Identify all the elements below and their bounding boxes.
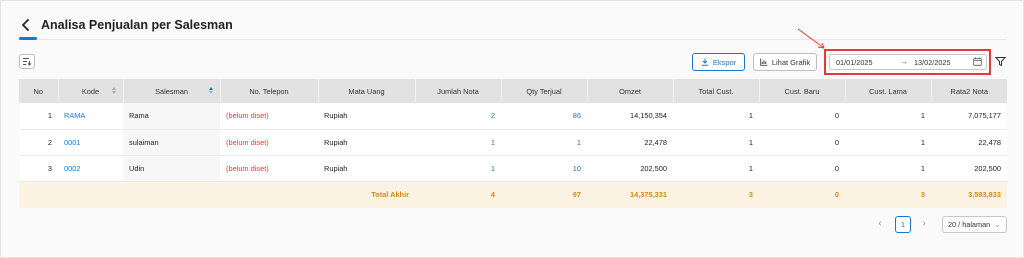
- page-size-value: 20 / halaman: [948, 220, 991, 229]
- view-chart-label: Lihat Grafik: [771, 57, 811, 67]
- cell-rata2: 202,500: [931, 155, 1007, 182]
- sales-table: No Kode Salesman No. Telepon Mata Uang J…: [19, 79, 1007, 208]
- chevron-down-icon: ⌄: [994, 220, 1001, 229]
- cell-mata-uang: Rupiah: [318, 155, 415, 182]
- column-header-no: No: [19, 79, 59, 103]
- cell-cust-lama: 1: [845, 155, 931, 182]
- cell-omzet: 22,478: [587, 129, 673, 156]
- cell-rata2: 22,478: [931, 129, 1007, 156]
- cell-salesman: Udin: [123, 155, 220, 182]
- cell-telepon: (belum diset): [220, 103, 318, 130]
- cell-cust-baru: 0: [759, 103, 845, 130]
- total-qty: 97: [501, 181, 587, 208]
- cell-kode-link[interactable]: 0002: [58, 155, 123, 182]
- table-row: 1 RAMA Rama (belum diset) Rupiah 2 86 14…: [19, 103, 1007, 130]
- page: Analisa Penjualan per Salesman Ekspor Li…: [0, 0, 1024, 258]
- export-label: Ekspor: [712, 57, 737, 67]
- chevron-right-icon[interactable]: ›: [919, 218, 929, 230]
- total-label: Total Akhir: [318, 181, 415, 208]
- cell-no: 3: [19, 155, 58, 182]
- date-start-input[interactable]: 01/01/2025: [836, 58, 873, 67]
- page-title: Analisa Penjualan per Salesman: [41, 18, 233, 32]
- page-size-select[interactable]: 20 / halaman ⌄: [942, 216, 1007, 233]
- table-row: 2 0001 sulaiman (belum diset) Rupiah 1 1…: [19, 129, 1007, 156]
- cell-omzet: 202,500: [587, 155, 673, 182]
- column-settings-button[interactable]: [19, 54, 35, 69]
- column-header-no-telepon: No. Telepon: [220, 79, 319, 103]
- total-jumlah-nota: 4: [415, 181, 501, 208]
- total-cust-lama: 3: [845, 181, 931, 208]
- cell-mata-uang: Rupiah: [318, 103, 415, 130]
- cell-jumlah-nota-link[interactable]: 1: [415, 155, 501, 182]
- cell-total-cust: 1: [673, 103, 759, 130]
- total-cust-baru: 0: [759, 181, 845, 208]
- chevron-left-icon[interactable]: ‹: [875, 218, 885, 230]
- pagination-current-page[interactable]: 1: [895, 216, 911, 233]
- page-header: Analisa Penjualan per Salesman: [19, 15, 233, 35]
- cell-kode-link[interactable]: RAMA: [58, 103, 123, 130]
- cell-mata-uang: Rupiah: [318, 129, 415, 156]
- cell-total-cust: 1: [673, 155, 759, 182]
- column-header-qty-terjual: Qty Terjual: [501, 79, 588, 103]
- chart-icon: [760, 58, 768, 66]
- date-range-picker[interactable]: 01/01/2025 → 13/02/2025: [829, 54, 987, 70]
- column-header-mata-uang: Mata Uang: [318, 79, 416, 103]
- column-header-salesman[interactable]: Salesman: [123, 79, 221, 103]
- cell-cust-baru: 0: [759, 129, 845, 156]
- column-header-cust-baru: Cust. Baru: [759, 79, 846, 103]
- cell-cust-lama: 1: [845, 129, 931, 156]
- cell-no: 1: [19, 103, 58, 130]
- cell-kode-link[interactable]: 0001: [58, 129, 123, 156]
- table-row: 3 0002 Udin (belum diset) Rupiah 1 10 20…: [19, 155, 1007, 182]
- column-header-jumlah-nota: Jumlah Nota: [415, 79, 502, 103]
- total-empty-cell: [58, 181, 123, 208]
- date-end-input[interactable]: 13/02/2025: [914, 58, 951, 67]
- filter-icon[interactable]: [995, 56, 1006, 67]
- column-header-total-cust: Total Cust.: [673, 79, 760, 103]
- cell-qty-link[interactable]: 10: [501, 155, 587, 182]
- cell-salesman: Rama: [123, 103, 220, 130]
- cell-cust-baru: 0: [759, 155, 845, 182]
- header-divider: [19, 39, 1007, 40]
- table-header-row: No Kode Salesman No. Telepon Mata Uang J…: [19, 79, 1007, 103]
- cell-telepon: (belum diset): [220, 155, 318, 182]
- table-total-row: Total Akhir 4 97 14,375,331 3 0 3 3,593,…: [19, 181, 1007, 208]
- cell-telepon: (belum diset): [220, 129, 318, 156]
- cell-total-cust: 1: [673, 129, 759, 156]
- view-chart-button[interactable]: Lihat Grafik: [753, 53, 817, 71]
- total-total-cust: 3: [673, 181, 759, 208]
- active-tab-indicator: [19, 37, 37, 40]
- date-range-arrow: →: [900, 57, 908, 66]
- column-header-omzet: Omzet: [587, 79, 674, 103]
- cell-no: 2: [19, 129, 58, 156]
- cell-jumlah-nota-link[interactable]: 2: [415, 103, 501, 130]
- calendar-icon[interactable]: [973, 57, 982, 68]
- download-icon: [701, 58, 709, 66]
- cell-qty-link[interactable]: 86: [501, 103, 587, 130]
- total-omzet: 14,375,331: [587, 181, 673, 208]
- cell-qty-link[interactable]: 1: [501, 129, 587, 156]
- cell-jumlah-nota-link[interactable]: 1: [415, 129, 501, 156]
- cell-rata2: 7,075,177: [931, 103, 1007, 130]
- total-rata2: 3,593,833: [931, 181, 1007, 208]
- total-empty-cell: [123, 181, 220, 208]
- cell-cust-lama: 1: [845, 103, 931, 130]
- export-button[interactable]: Ekspor: [692, 53, 745, 71]
- column-header-cust-lama: Cust. Lama: [845, 79, 932, 103]
- column-header-rata2-nota: Rata2 Nota: [931, 79, 1007, 103]
- column-header-kode[interactable]: Kode: [58, 79, 124, 103]
- cell-salesman: sulaiman: [123, 129, 220, 156]
- column-settings-icon: [23, 57, 32, 66]
- total-empty-cell: [19, 181, 58, 208]
- sort-icon[interactable]: [111, 87, 117, 95]
- back-icon[interactable]: [19, 18, 33, 32]
- sort-icon-active[interactable]: [208, 87, 214, 95]
- cell-omzet: 14,150,354: [587, 103, 673, 130]
- total-empty-cell: [220, 181, 318, 208]
